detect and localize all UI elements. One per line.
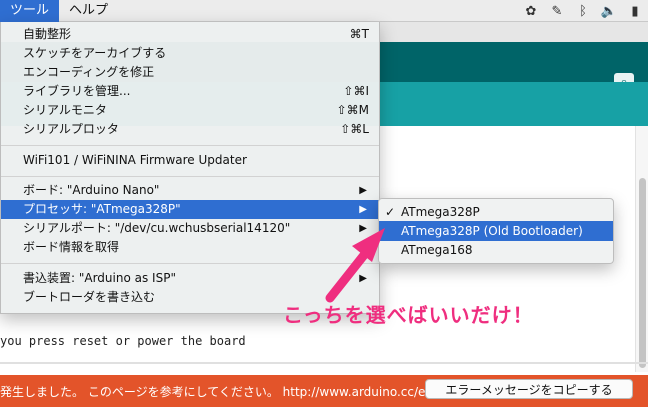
annotation-text: こっちを選べばいいだけ！ [283,303,534,327]
menu-item-manage-libraries[interactable]: ライブラリを管理... ⇧⌘I [1,82,379,101]
menu-help[interactable]: ヘルプ [59,0,118,22]
menu-item-processor[interactable]: プロセッサ: "ATmega328P" ▶ [1,200,379,219]
error-message: 発生しました。 このページを参考にしてください。 http://www.ardu… [0,385,433,399]
menu-item-fix-encoding[interactable]: エンコーディングを修正 [1,63,379,82]
menu-item-label: プロセッサ: "ATmega328P" [23,202,181,216]
menu-item-label: ライブラリを管理... [23,84,131,98]
menu-item-serial-plotter[interactable]: シリアルプロッタ ⇧⌘L [1,120,379,139]
menu-separator [1,176,379,177]
menubar-tray: ✿ ✎ ᛒ 🔈 ▮ [524,0,642,22]
battery-icon[interactable]: ▮ [628,4,642,19]
console-divider [0,362,648,364]
volume-icon[interactable]: 🔈 [601,4,617,19]
menu-item-firmware-updater[interactable]: WiFi101 / WiFiNINA Firmware Updater [1,151,379,170]
processor-option-label: ATmega328P (Old Bootloader) [401,224,583,238]
menu-item-label: 自動整形 [23,27,72,41]
processor-option-atmega328p[interactable]: ✓ ATmega328P [379,202,613,222]
bluetooth-icon[interactable]: ᛒ [576,4,590,19]
menu-item-label: シリアルモニタ [23,103,107,117]
menu-item-label: ボード: "Arduino Nano" [23,183,160,197]
menu-item-archive-sketch[interactable]: スケッチをアーカイブする [1,44,379,63]
menu-item-shortcut: ⇧⌘I [343,84,369,98]
menu-item-label: ボード情報を取得 [23,240,120,254]
menu-item-programmer[interactable]: 書込装置: "Arduino as ISP" ▶ [1,269,379,288]
menu-item-auto-format[interactable]: 自動整形 ⌘T [1,25,379,44]
copy-error-button[interactable]: エラーメッセージをコピーする [425,379,633,399]
menu-item-serial-port[interactable]: シリアルポート: "/dev/cu.wchusbserial14120" ▶ [1,219,379,238]
menu-item-board-info[interactable]: ボード情報を取得 [1,238,379,257]
menu-item-shortcut: ⌘T [349,27,369,41]
menu-item-label: WiFi101 / WiFiNINA Firmware Updater [23,153,247,167]
menu-tools[interactable]: ツール [0,0,60,22]
menu-item-label: ブートローダを書き込む [23,290,156,304]
scrollbar-thumb[interactable] [639,178,646,368]
menubar: ツール ヘルプ ✿ ✎ ᛒ 🔈 ▮ [0,0,648,22]
menu-separator [1,145,379,146]
console-output-line: you press reset or power the board [0,334,246,348]
menu-separator [1,263,379,264]
menu-item-serial-monitor[interactable]: シリアルモニタ ⇧⌘M [1,101,379,120]
processor-option-atmega328p-old-bootloader[interactable]: ATmega328P (Old Bootloader) [379,221,613,241]
submenu-arrow-icon: ▶ [359,185,367,196]
submenu-arrow-icon: ▶ [359,273,367,284]
menu-item-board[interactable]: ボード: "Arduino Nano" ▶ [1,181,379,200]
processor-option-atmega168[interactable]: ATmega168 [379,240,613,260]
menu-item-label: エンコーディングを修正 [23,65,155,79]
menu-item-label: 書込装置: "Arduino as ISP" [23,271,176,285]
menu-item-shortcut: ⇧⌘L [340,122,369,136]
checkmark-icon: ✓ [385,205,396,219]
error-bar: 発生しました。 このページを参考にしてください。 http://www.ardu… [0,375,648,407]
tools-menu: 自動整形 ⌘T スケッチをアーカイブする エンコーディングを修正 ライブラリを管… [0,22,380,314]
flower-icon[interactable]: ✿ [524,4,538,19]
processor-option-label: ATmega168 [401,243,473,257]
pen-icon[interactable]: ✎ [550,4,564,19]
menu-item-label: シリアルプロッタ [23,122,119,136]
processor-option-label: ATmega328P [401,205,480,219]
menu-item-label: シリアルポート: "/dev/cu.wchusbserial14120" [23,221,291,235]
submenu-arrow-icon: ▶ [359,223,367,234]
processor-submenu: ✓ ATmega328P ATmega328P (Old Bootloader)… [378,198,614,264]
menu-item-shortcut: ⇧⌘M [336,103,369,117]
submenu-arrow-icon: ▶ [359,204,367,215]
menu-item-label: スケッチをアーカイブする [23,46,167,60]
